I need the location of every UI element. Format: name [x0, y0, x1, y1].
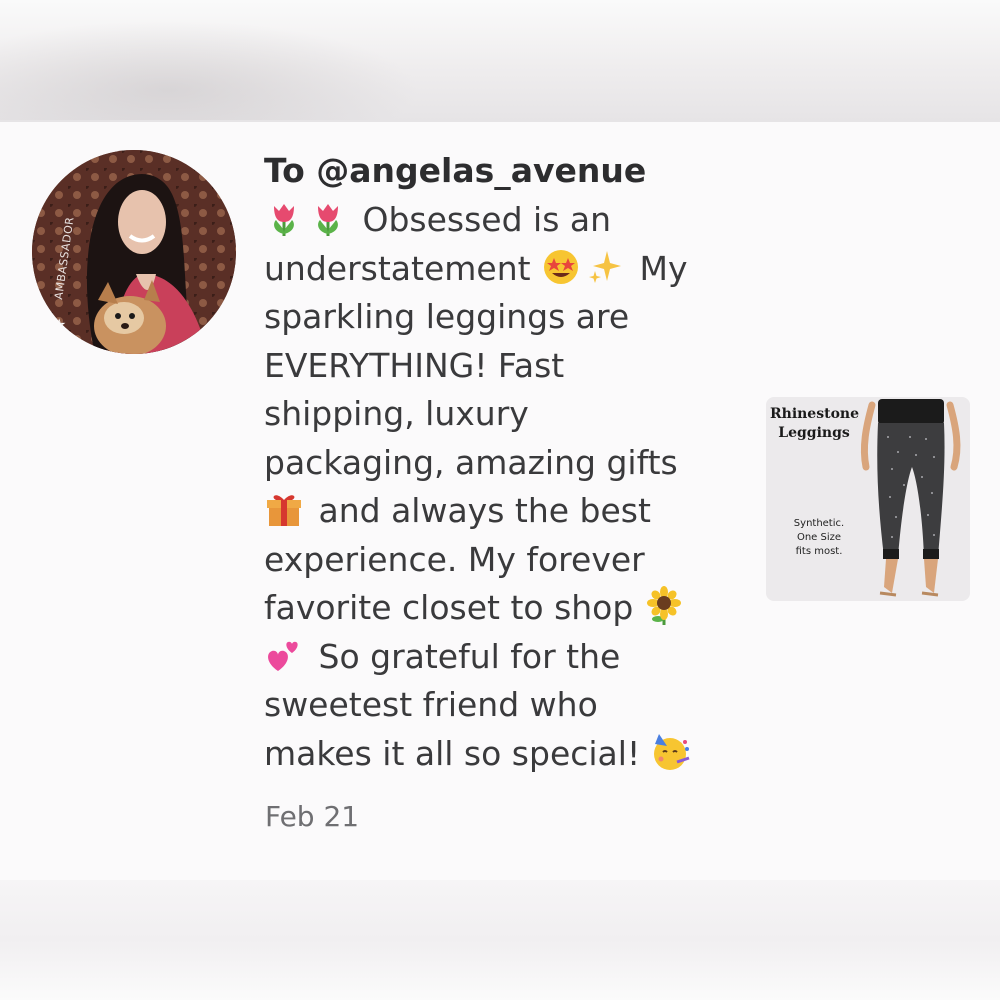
comment-line-11: sweetest friend who — [264, 685, 598, 724]
gift-emoji — [267, 495, 301, 526]
bottom-blurred-background — [0, 880, 1000, 1000]
comment-recipient[interactable]: To @angelas_avenue — [264, 148, 724, 194]
tulip-emoji — [318, 204, 338, 236]
comment-text: Obsessed is an understatement My sparkli… — [264, 196, 724, 778]
two-hearts-emoji — [268, 641, 298, 671]
top-blurred-background — [0, 0, 1000, 122]
comment-line-10: So grateful for the — [264, 633, 724, 682]
comment-line-8: experience. My forever — [264, 539, 645, 579]
sparkles-emoji — [589, 250, 622, 283]
star-struck-emoji — [544, 249, 579, 284]
comment-line-7: and always the best — [264, 487, 724, 536]
comment-line-4: EVERYTHING! Fast — [264, 345, 565, 385]
comment-line-5: shipping, luxury — [264, 394, 529, 433]
comment-line-3: sparkling leggings are — [264, 297, 630, 336]
sunflower-emoji — [646, 586, 681, 625]
comment-line-9: favorite closet to shop — [264, 584, 724, 633]
comment-line-12: makes it all so special! — [264, 730, 724, 779]
comment-line-1: Obsessed is an — [264, 196, 724, 245]
avatar-photo: AMBASSADOR ★ — [32, 150, 236, 354]
comment-date: Feb 21 — [265, 800, 360, 833]
comment-body: To @angelas_avenue Obsessed is an unders… — [264, 148, 724, 778]
comment-line-2: understatement My — [264, 248, 688, 288]
tulip-emoji — [274, 204, 294, 236]
partying-face-emoji — [653, 733, 690, 770]
comment-line-6: packaging, amazing gifts — [264, 442, 678, 482]
leggings-image — [860, 399, 961, 597]
product-title: Rhinestone Leggings — [770, 406, 859, 441]
product-thumbnail[interactable]: Rhinestone Leggings Synthetic. One Size … — [766, 397, 970, 601]
avatar[interactable]: AMBASSADOR ★ — [32, 150, 236, 354]
